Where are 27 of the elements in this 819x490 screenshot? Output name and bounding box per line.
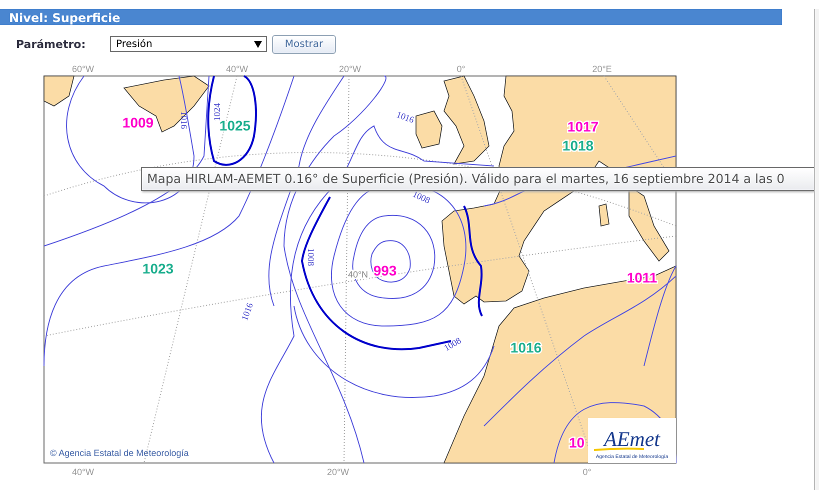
section-title: Nivel: Superficie (8, 11, 120, 25)
longitude-label: 40°W (72, 467, 94, 477)
pressure-value: 1017 (567, 118, 599, 135)
pressure-value: 1016 (510, 340, 542, 356)
parameter-dropdown[interactable]: Presión (110, 36, 267, 52)
parameter-label: Parámetro: (16, 38, 87, 50)
dropdown-arrow-icon (254, 40, 262, 48)
isobar-label: 1008 (306, 248, 316, 266)
show-button[interactable]: Mostrar (272, 34, 336, 54)
longitude-label: 60°W (72, 64, 94, 74)
pressure-value: 1009 (122, 114, 154, 131)
longitude-label: 40°W (226, 64, 248, 74)
longitude-label: 20°W (326, 467, 350, 477)
longitude-label: 20°W (338, 64, 362, 74)
isobar-label: 1016 (239, 302, 255, 322)
isobar-label: 1008 (411, 188, 432, 206)
longitude-label: 20°E (592, 64, 612, 74)
isobar-label: 1008 (442, 335, 463, 354)
isobar-label: 1016 (395, 109, 416, 125)
longitude-label: 0° (582, 467, 592, 477)
longitude-label: 0° (456, 64, 466, 74)
pressure-value: 1018 (562, 138, 594, 154)
isobar-label: 1016 (178, 111, 189, 129)
pressure-value: 10 (569, 434, 585, 451)
pressure-value: 993 (373, 262, 397, 279)
copyright-text: © Agencia Estatal de Meteorología (50, 448, 189, 458)
pressure-value: 1023 (142, 260, 174, 277)
